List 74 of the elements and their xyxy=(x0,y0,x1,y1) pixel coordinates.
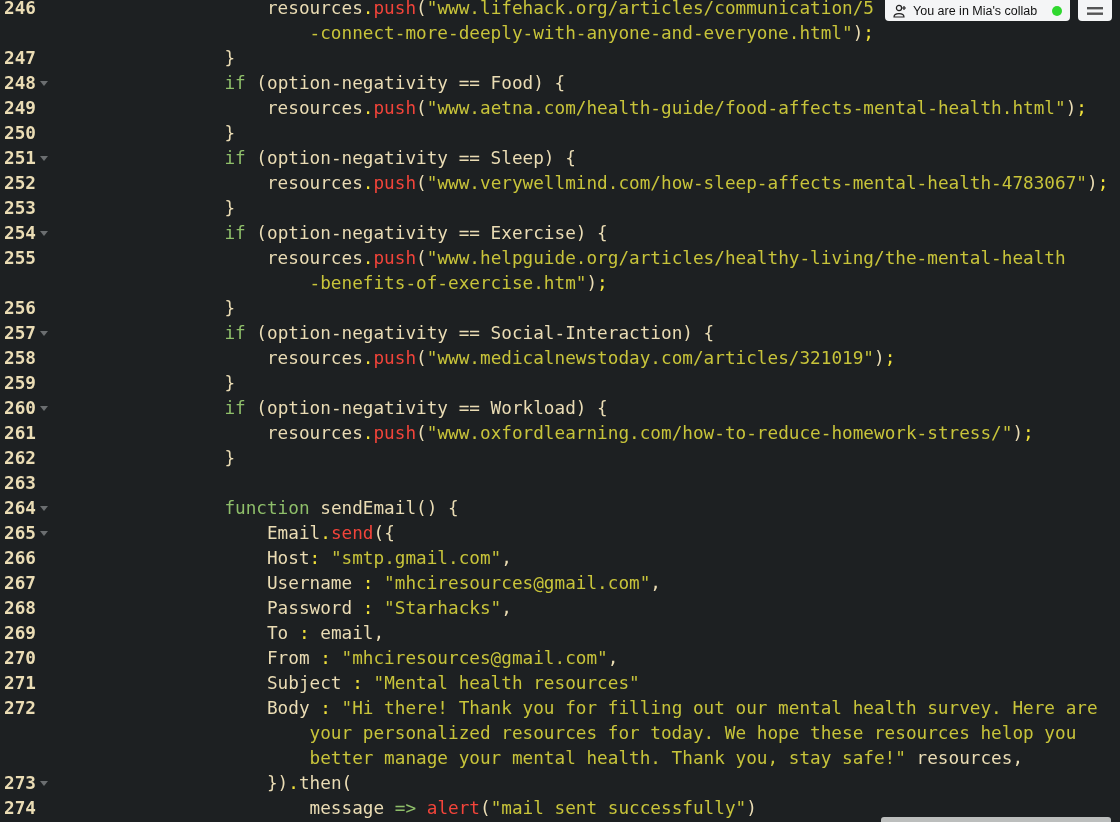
line-number: 255 xyxy=(4,247,36,270)
code-line: if (option-negativity == Sleep) { xyxy=(224,147,576,170)
code-line: better manage your mental health. Thank you, stay safe!" resources, xyxy=(309,747,1024,770)
menu-icon xyxy=(1087,5,1103,16)
menu-button[interactable] xyxy=(1078,0,1112,21)
code-line: } xyxy=(224,197,236,220)
line-number: 257 xyxy=(4,322,36,345)
code-line: resources.push("www.helpguide.org/articles/healthy-living/the-mental-health xyxy=(266,247,1066,270)
code-line: From : "mhciresources@gmail.com", xyxy=(266,647,619,670)
line-number: 274 xyxy=(4,797,36,820)
line-number: 265 xyxy=(4,522,36,545)
fold-arrow-icon[interactable] xyxy=(40,531,48,536)
line-number: 268 xyxy=(4,597,36,620)
fold-arrow-icon[interactable] xyxy=(40,231,48,236)
code-line: Username : "mhciresources@gmail.com", xyxy=(266,572,661,595)
code-line: Subject : "Mental health resources" xyxy=(266,672,640,695)
line-number: 272 xyxy=(4,697,36,720)
code-line: } xyxy=(224,297,236,320)
fold-arrow-icon[interactable] xyxy=(40,331,48,336)
line-number: 249 xyxy=(4,97,36,120)
line-number: 256 xyxy=(4,297,36,320)
code-line: -connect-more-deeply-with-anyone-and-everyone.html"); xyxy=(309,22,874,45)
code-line: message => alert("mail sent successfully") xyxy=(309,797,757,820)
code-line: Password : "Starhacks", xyxy=(266,597,512,620)
code-line: Email.send({ xyxy=(266,522,395,545)
fold-arrow-icon[interactable] xyxy=(40,506,48,511)
line-number: 261 xyxy=(4,422,36,445)
collab-status-text: You are in Mia's collab xyxy=(913,3,1039,18)
code-line: } xyxy=(224,372,236,395)
line-number: 266 xyxy=(4,547,36,570)
line-number: 253 xyxy=(4,197,36,220)
fold-arrow-icon[interactable] xyxy=(40,81,48,86)
fold-arrow-icon[interactable] xyxy=(40,156,48,161)
fold-arrow-icon[interactable] xyxy=(40,781,48,786)
line-number: 264 xyxy=(4,497,36,520)
code-line: } xyxy=(224,447,236,470)
code-line: Host: "smtp.gmail.com", xyxy=(266,547,512,570)
code-line: function sendEmail() { xyxy=(224,497,459,520)
code-line: } xyxy=(224,122,236,145)
line-number: 259 xyxy=(4,372,36,395)
code-line: } xyxy=(224,47,236,70)
code-line: if (option-negativity == Social-Interaction) { xyxy=(224,322,715,345)
line-number: 254 xyxy=(4,222,36,245)
line-number: 251 xyxy=(4,147,36,170)
line-number: 267 xyxy=(4,572,36,595)
code-line: your personalized resources for today. We hope these resources helop you xyxy=(309,722,1077,745)
line-number: 269 xyxy=(4,622,36,645)
line-number: 270 xyxy=(4,647,36,670)
line-number: 247 xyxy=(4,47,36,70)
line-number: 273 xyxy=(4,772,36,795)
fold-arrow-icon[interactable] xyxy=(40,406,48,411)
line-number: 263 xyxy=(4,472,36,495)
code-line: }).then( xyxy=(266,772,353,795)
line-number: 258 xyxy=(4,347,36,370)
code-line: resources.push("www.oxfordlearning.com/how-to-reduce-homework-stress/"); xyxy=(266,422,1034,445)
code-line: resources.push("www.aetna.com/health-guide/food-affects-mental-health.html"); xyxy=(266,97,1087,120)
code-line: -benefits-of-exercise.htm"); xyxy=(309,272,608,295)
line-number: 252 xyxy=(4,172,36,195)
line-number: 260 xyxy=(4,397,36,420)
code-line: if (option-negativity == Exercise) { xyxy=(224,222,608,245)
online-status-icon xyxy=(1052,5,1062,16)
code-line: resources.push("www.medicalnewstoday.com/articles/321019"); xyxy=(266,347,896,370)
line-number: 271 xyxy=(4,672,36,695)
line-number: 248 xyxy=(4,72,36,95)
add-user-icon xyxy=(893,3,907,18)
code-line: To : email, xyxy=(266,622,385,645)
line-number: 250 xyxy=(4,122,36,145)
code-line: resources.push("www.verywellmind.com/how-sleep-affects-mental-health-4783067"); xyxy=(266,172,1109,195)
line-number: 246 xyxy=(4,0,36,20)
line-number: 262 xyxy=(4,447,36,470)
code-line: if (option-negativity == Food) { xyxy=(224,72,566,95)
code-line: if (option-negativity == Workload) { xyxy=(224,397,608,420)
code-line: Body : "Hi there! Thank you for filling out our mental health survey. Here are xyxy=(266,697,1098,720)
code-line: resources.push("www.lifehack.org/articles/communication/5 xyxy=(266,0,874,20)
